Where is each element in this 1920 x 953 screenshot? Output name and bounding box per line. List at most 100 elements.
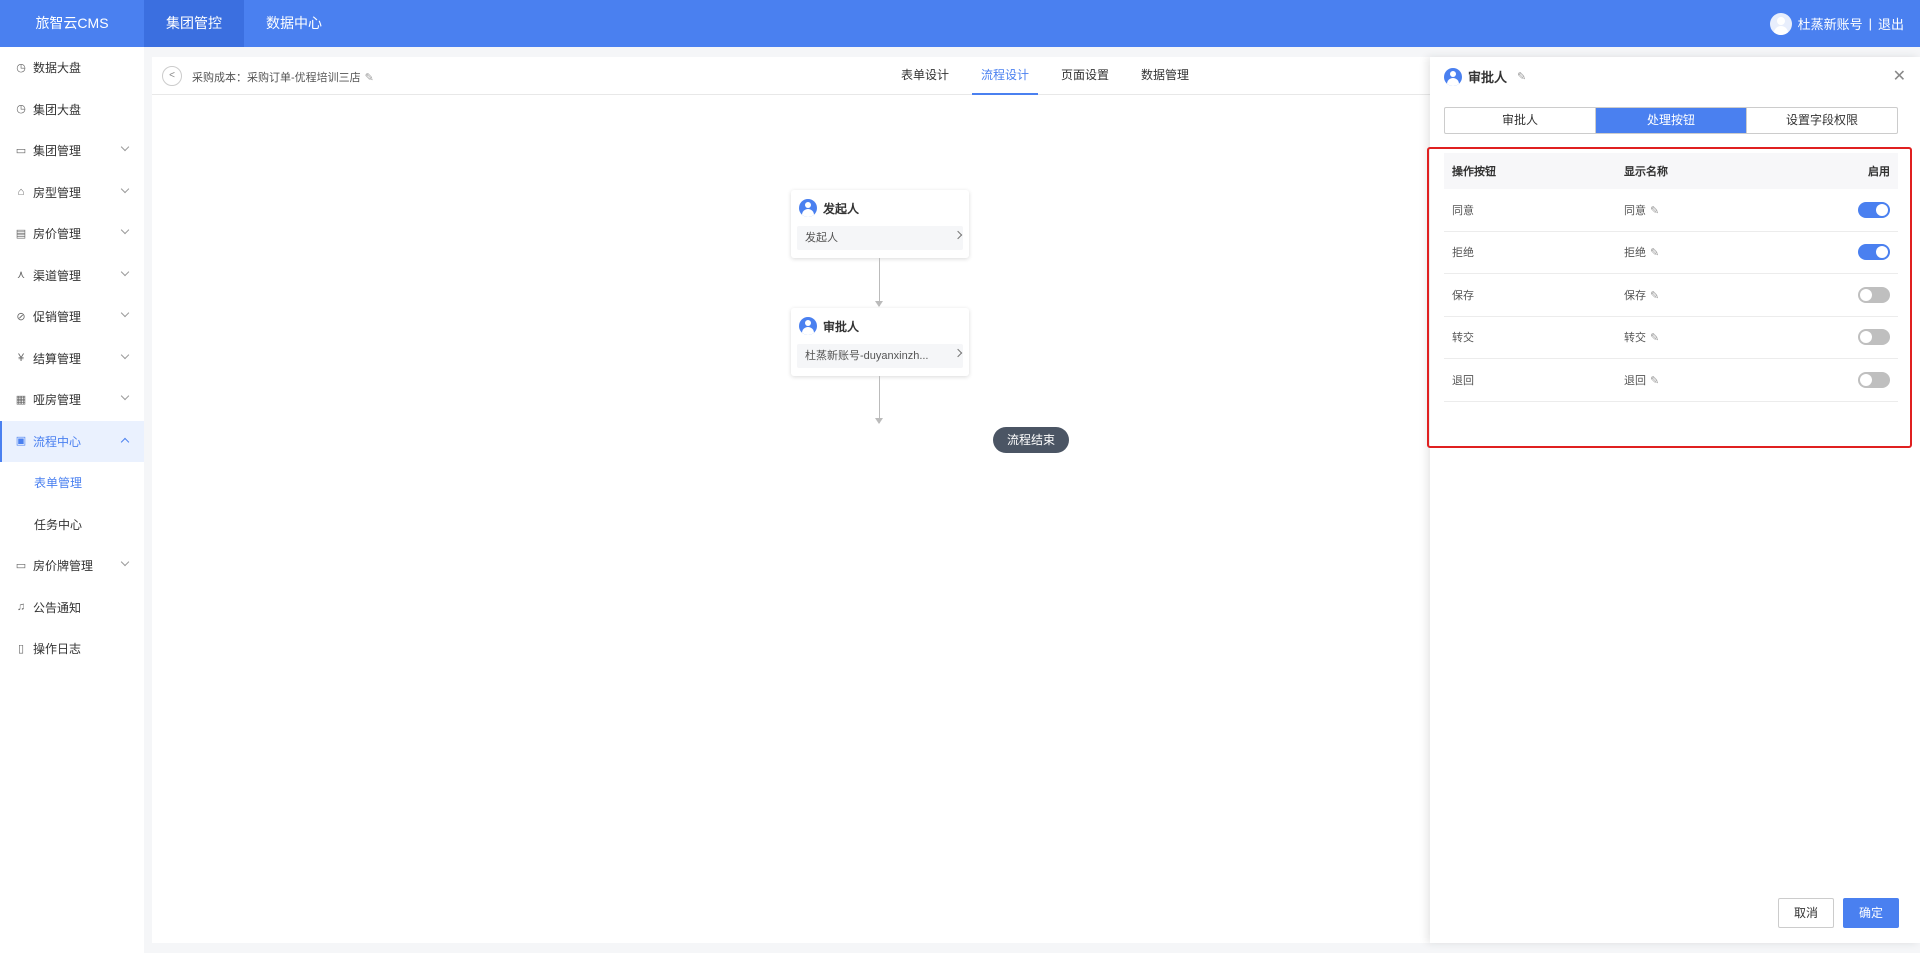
enabled-cell	[1824, 371, 1898, 388]
tab-data-management[interactable]: 数据管理	[1132, 57, 1198, 95]
sidebar-item-label: 渠道管理	[33, 268, 82, 283]
action-name: 退回	[1452, 374, 1474, 387]
enabled-cell	[1824, 244, 1898, 261]
tab-flow-design[interactable]: 流程设计	[972, 57, 1039, 95]
file-icon: ▯	[17, 642, 25, 655]
confirm-button[interactable]: 确定	[1843, 898, 1899, 928]
pencil-icon[interactable]: ✎	[1650, 374, 1659, 387]
drawer-tabs: 审批人 处理按钮 设置字段权限	[1444, 107, 1898, 134]
sidebar-item-form-management[interactable]: 表单管理	[0, 462, 144, 504]
tab-approver[interactable]: 审批人	[1445, 108, 1596, 133]
chevron-down-icon	[120, 225, 130, 235]
sidebar-item-group-dashboard[interactable]: ◷ 集团大盘	[0, 89, 144, 131]
action-name: 拒绝	[1452, 247, 1474, 260]
sidebar-item-room-type[interactable]: ⌂ 房型管理	[0, 172, 144, 214]
node-header: 发起人	[799, 199, 859, 217]
top-bar: 旅智云CMS 集团管控 数据中心 杜蒸新账号 | 退出	[0, 0, 1920, 47]
sidebar-item-label: 房价牌管理	[33, 559, 94, 574]
chevron-down-icon	[120, 308, 130, 318]
tab-field-permissions[interactable]: 设置字段权限	[1747, 108, 1897, 133]
sidebar-item-label: 房价管理	[33, 227, 82, 242]
pencil-icon[interactable]: ✎	[1650, 204, 1659, 217]
design-tabs: 表单设计 流程设计 页面设置 数据管理	[892, 57, 1212, 95]
action-buttons-table: 操作按钮 显示名称 启用 同意 同意 ✎ 拒绝 拒绝 ✎ 保存 保存 ✎ 转交 转交 ✎…	[1444, 153, 1898, 402]
flow-end-node[interactable]: 流程结束	[993, 427, 1069, 453]
pencil-icon[interactable]: ✎	[1650, 289, 1659, 302]
node-title: 发起人	[823, 201, 860, 216]
flow-node-approver[interactable]: 审批人 杜蒸新账号-duyanxinzh...	[791, 308, 969, 376]
column-header-action: 操作按钮	[1452, 166, 1496, 178]
chevron-down-icon	[120, 267, 130, 276]
bell-icon: ♫	[16, 601, 26, 614]
table-row: 退回 退回 ✎	[1444, 359, 1898, 402]
enable-toggle[interactable]	[1858, 201, 1890, 218]
sidebar-item-label: 公告通知	[33, 600, 82, 615]
logout-link[interactable]: 退出	[1878, 14, 1904, 33]
chevron-down-icon	[120, 184, 130, 193]
user-area: 杜蒸新账号 | 退出	[1769, 0, 1904, 47]
sidebar-item-label: 集团大盘	[33, 102, 82, 117]
sidebar-item-data-dashboard[interactable]: ◷ 数据大盘	[0, 47, 144, 89]
sidebar-item-group-management[interactable]: ▭ 集团管理	[0, 130, 144, 172]
card-icon: ▤	[15, 227, 27, 240]
chevron-down-icon	[120, 350, 130, 359]
sidebar-item-room-price[interactable]: ▤ 房价管理	[0, 213, 144, 255]
clock-icon: ◷	[16, 61, 26, 74]
display-name-cell: 同意 ✎	[1624, 202, 1824, 218]
action-name: 保存	[1452, 289, 1474, 302]
enable-toggle[interactable]	[1858, 371, 1890, 388]
sidebar-item-workflow-center[interactable]: ▣ 流程中心	[0, 420, 144, 462]
sidebar-item-promotion[interactable]: ⊘ 促销管理	[0, 296, 144, 338]
enabled-cell	[1824, 329, 1898, 346]
sidebar-item-settlement[interactable]: ¥ 结算管理	[0, 338, 144, 380]
drawer-header: 审批人 ✎	[1444, 67, 1526, 86]
display-name-cell: 退回 ✎	[1624, 372, 1824, 388]
approver-settings-drawer: 审批人 ✎ ✕ 审批人 处理按钮 设置字段权限 操作按钮 显示名称 启用 同意 …	[1430, 57, 1920, 943]
node-body[interactable]: 杜蒸新账号-duyanxinzh...	[797, 344, 963, 368]
enable-toggle[interactable]	[1858, 329, 1890, 346]
tab-action-buttons[interactable]: 处理按钮	[1596, 108, 1747, 133]
sidebar-item-label: 操作日志	[33, 642, 82, 657]
sidebar-item-dummy-room[interactable]: ▦ 哑房管理	[0, 379, 144, 421]
sidebar-item-task-center[interactable]: 任务中心	[0, 504, 144, 546]
top-nav-data-center[interactable]: 数据中心	[244, 0, 344, 47]
sidebar-item-channel[interactable]: ⋏ 渠道管理	[0, 255, 144, 297]
pencil-icon[interactable]: ✎	[1517, 70, 1526, 83]
enable-toggle[interactable]	[1858, 244, 1890, 261]
pencil-icon[interactable]: ✎	[365, 71, 374, 84]
cancel-button[interactable]: 取消	[1778, 898, 1834, 928]
sidebar-item-label: 结算管理	[33, 351, 82, 366]
user-name[interactable]: 杜蒸新账号	[1798, 14, 1863, 33]
back-button[interactable]: <	[162, 66, 182, 86]
pencil-icon[interactable]: ✎	[1650, 246, 1659, 259]
avatar[interactable]	[1769, 12, 1792, 35]
close-icon[interactable]: ✕	[1893, 66, 1906, 86]
display-name: 转交	[1624, 332, 1646, 345]
yen-icon: ¥	[17, 352, 25, 365]
table-row: 同意 同意 ✎	[1444, 189, 1898, 232]
sidebar-item-label: 哑房管理	[33, 393, 82, 408]
chevron-down-icon	[120, 557, 130, 567]
sidebar-item-label: 房型管理	[33, 185, 82, 200]
action-name: 同意	[1452, 204, 1474, 217]
tab-form-design[interactable]: 表单设计	[892, 57, 958, 95]
sidebar-item-announcement[interactable]: ♫ 公告通知	[0, 587, 144, 629]
table-row: 保存 保存 ✎	[1444, 274, 1898, 317]
sidebar-item-operation-log[interactable]: ▯ 操作日志	[0, 628, 144, 670]
tag-icon: ⊘	[16, 310, 26, 323]
pencil-icon[interactable]: ✎	[1650, 331, 1659, 344]
top-nav: 集团管控 数据中心	[144, 0, 344, 47]
node-body[interactable]: 发起人	[797, 226, 963, 250]
tab-page-settings[interactable]: 页面设置	[1052, 57, 1118, 95]
clipboard-icon: ▣	[15, 435, 27, 448]
flow-node-initiator[interactable]: 发起人 发起人	[791, 190, 969, 258]
flow-connector	[875, 376, 883, 424]
monitor-icon: ▭	[15, 144, 27, 157]
page-title: 采购成本：采购订单-优程培训三店 ✎	[192, 69, 374, 85]
column-header-enabled: 启用	[1868, 166, 1890, 178]
enable-toggle[interactable]	[1858, 286, 1890, 303]
enabled-cell	[1824, 201, 1898, 218]
sidebar-item-price-board[interactable]: ▭ 房价牌管理	[0, 545, 144, 587]
brand-logo[interactable]: 旅智云CMS	[0, 0, 144, 47]
top-nav-group-control[interactable]: 集团管控	[144, 0, 244, 47]
